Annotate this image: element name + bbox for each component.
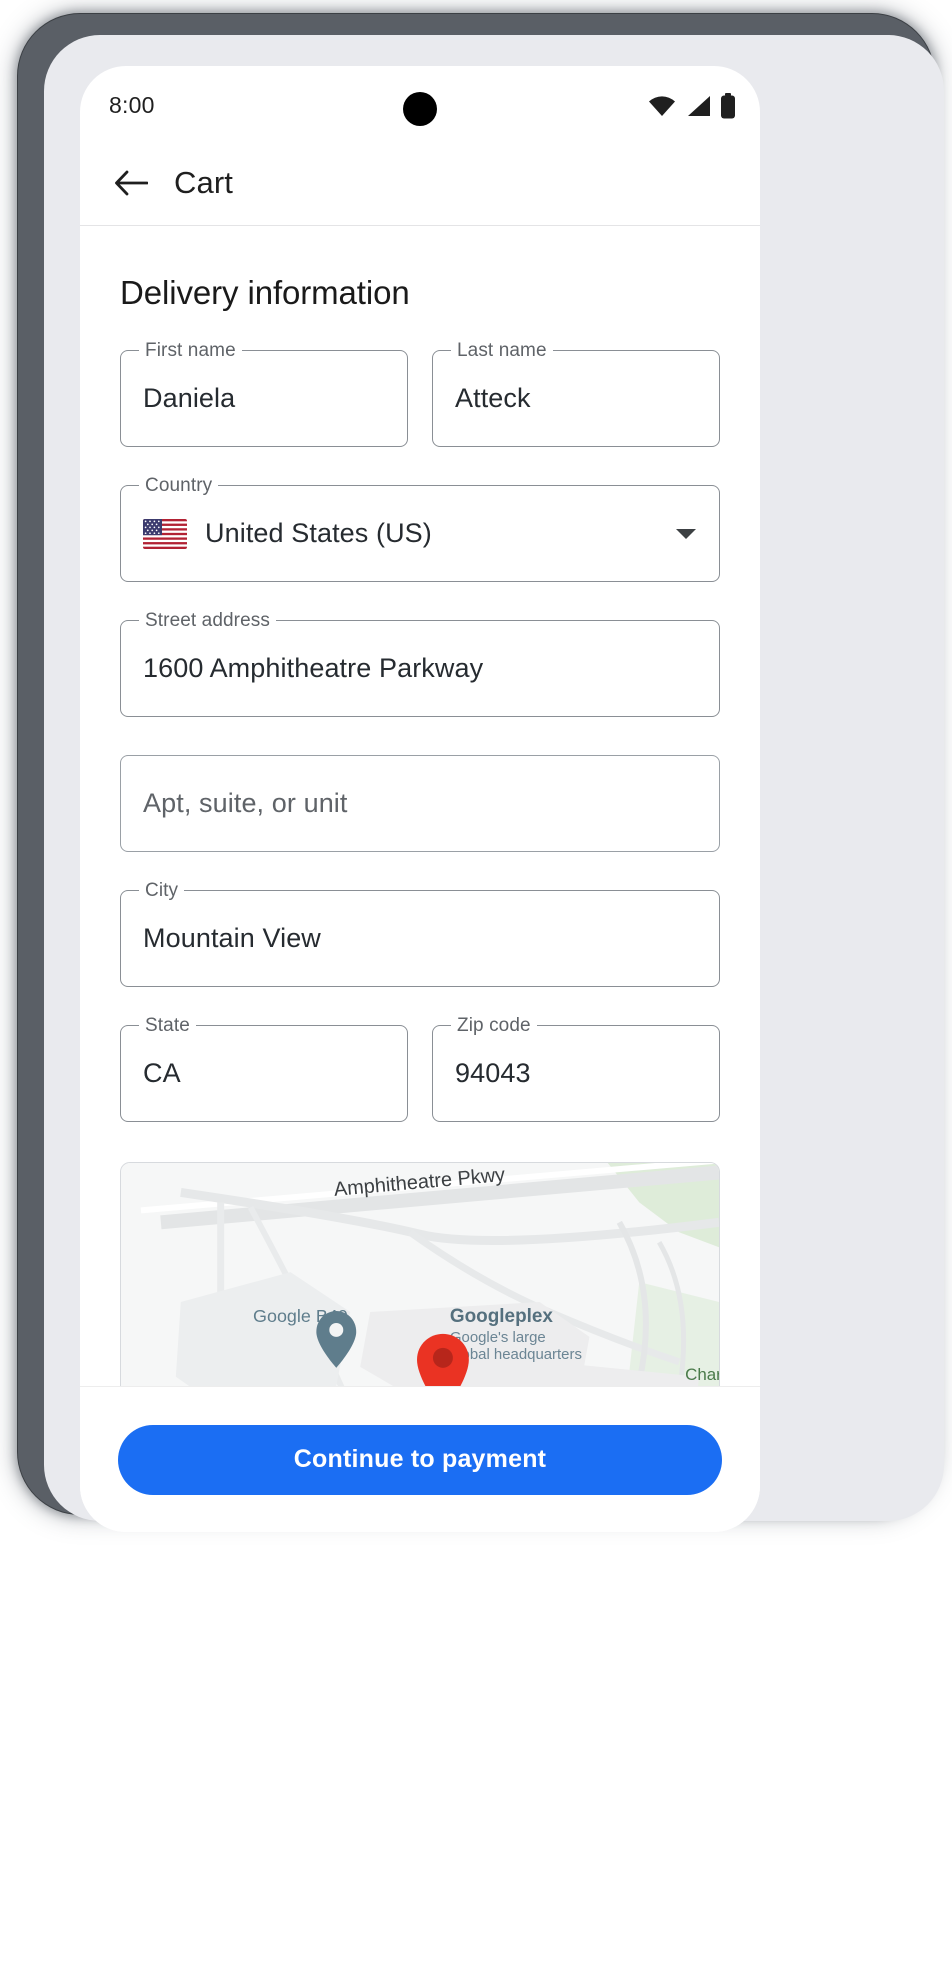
apt-suite-placeholder: Apt, suite, or unit [143, 788, 348, 818]
first-name-label: First name [139, 340, 242, 362]
map-edge-label-1: Charle [685, 1365, 719, 1384]
zip-code-value: 94043 [455, 1058, 531, 1088]
continue-to-payment-button[interactable]: Continue to payment [118, 1424, 722, 1495]
camera-punch-hole [403, 92, 437, 126]
last-name-field[interactable]: Last name Atteck [432, 340, 720, 447]
city-field[interactable]: City Mountain View [120, 880, 720, 987]
phone-frame: 8:00 Cart Delivery information First nam… [18, 14, 944, 1532]
last-name-label: Last name [451, 340, 553, 362]
status-bar: 8:00 [80, 66, 760, 140]
wifi-icon [649, 96, 675, 116]
city-value: Mountain View [143, 923, 321, 953]
section-title: Delivery information [120, 274, 410, 311]
phone-screen: 8:00 Cart Delivery information First nam… [80, 66, 760, 1532]
map-poi-subtitle-1: Google's large [450, 1329, 546, 1346]
bottom-action-bar: Continue to payment [80, 1386, 760, 1532]
status-bar-clock: 8:00 [109, 92, 155, 118]
map-canvas: Amphitheatre Pkwy Google B40 Googleplex … [121, 1163, 719, 1386]
map-pin-icon [417, 1333, 469, 1386]
city-row: City Mountain View [120, 880, 720, 987]
street-address-label: Street address [139, 610, 276, 632]
state-field[interactable]: State CA [120, 1015, 408, 1122]
status-bar-icons [648, 91, 736, 121]
zip-code-field[interactable]: Zip code 94043 [432, 1015, 720, 1122]
name-row: First name Daniela Last name Atteck [120, 340, 720, 447]
first-name-value: Daniela [143, 383, 236, 413]
us-flag-icon [143, 518, 187, 549]
battery-icon [721, 93, 735, 119]
country-select[interactable]: Country United States (US) [120, 475, 720, 582]
page-title: Cart [174, 164, 233, 200]
apt-suite-field[interactable]: Apt, suite, or unit [120, 755, 720, 852]
phone-bezel: 8:00 Cart Delivery information First nam… [44, 35, 944, 1532]
state-zip-row: State CA Zip code 94043 [120, 1015, 720, 1122]
street-address-row: Street address 1600 Amphitheatre Parkway [120, 610, 720, 717]
street-address-value: 1600 Amphitheatre Parkway [143, 653, 484, 683]
country-row: Country United States (US) [120, 475, 720, 582]
zip-code-label: Zip code [451, 1015, 537, 1037]
map-preview[interactable]: Amphitheatre Pkwy Google B40 Googleplex … [120, 1162, 720, 1386]
city-label: City [139, 880, 185, 902]
map-poi-title: Googleplex [450, 1306, 554, 1327]
street-address-field[interactable]: Street address 1600 Amphitheatre Parkway [120, 610, 720, 717]
state-label: State [139, 1015, 196, 1037]
delivery-form: Delivery information First name Daniela … [80, 226, 760, 1386]
back-button[interactable] [106, 158, 156, 208]
cellular-signal-icon [688, 96, 710, 116]
state-value: CA [143, 1058, 181, 1088]
arrow-back-icon [115, 170, 148, 195]
country-value: United States (US) [205, 518, 432, 548]
chevron-down-icon[interactable] [675, 527, 697, 541]
last-name-value: Atteck [455, 383, 531, 413]
first-name-field[interactable]: First name Daniela [120, 340, 408, 447]
map-poi-subtitle-2: global headquarters [450, 1346, 582, 1363]
app-bar: Cart [80, 140, 760, 226]
apt-row: Apt, suite, or unit [120, 755, 720, 852]
country-label: Country [139, 475, 219, 497]
